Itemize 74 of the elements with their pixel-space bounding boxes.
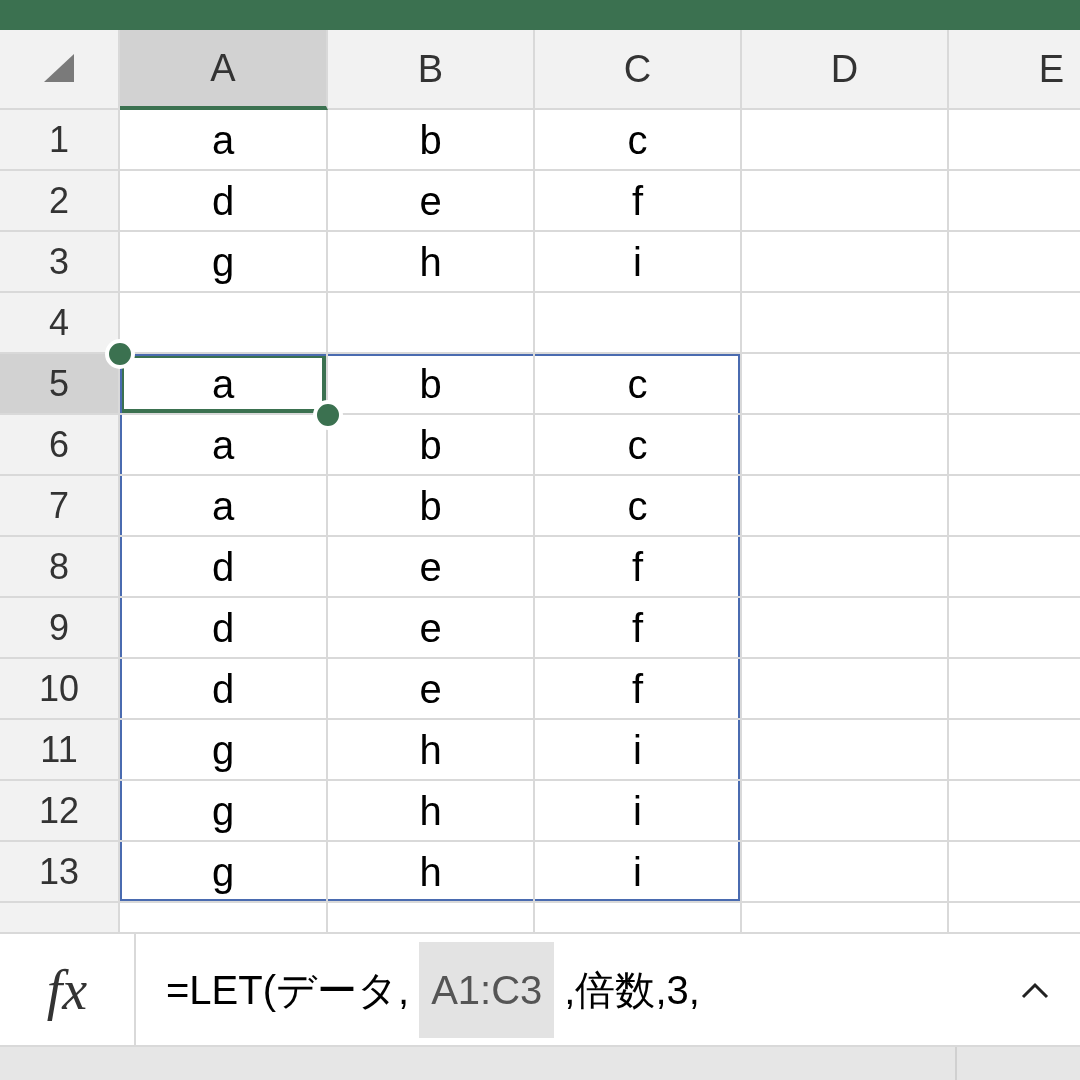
table-cell[interactable]: d (120, 537, 328, 598)
table-cell[interactable]: h (328, 720, 535, 781)
table-cell[interactable]: d (120, 659, 328, 720)
table-cell[interactable] (535, 293, 742, 354)
table-cell[interactable]: f (535, 598, 742, 659)
table-cell[interactable]: c (535, 476, 742, 537)
table-cell[interactable]: b (328, 476, 535, 537)
chevron-up-icon[interactable] (1021, 980, 1049, 999)
table-cell[interactable]: g (120, 842, 328, 903)
table-cell[interactable] (742, 537, 949, 598)
table-cell[interactable]: i (535, 842, 742, 903)
row-header[interactable]: 1 (0, 110, 120, 171)
table-cell[interactable] (742, 659, 949, 720)
table-cell[interactable]: i (535, 232, 742, 293)
row-header[interactable]: 9 (0, 598, 120, 659)
table-cell[interactable]: a (120, 476, 328, 537)
row-header[interactable]: 6 (0, 415, 120, 476)
row-header[interactable]: 2 (0, 171, 120, 232)
table-cell[interactable] (742, 415, 949, 476)
formula-text: =LET(データ, (166, 966, 410, 1014)
column-header[interactable]: E (949, 30, 1080, 110)
table-cell[interactable]: a (120, 110, 328, 171)
table-cell[interactable]: f (535, 537, 742, 598)
table-cell[interactable]: c (535, 110, 742, 171)
row-header[interactable]: 11 (0, 720, 120, 781)
column-header[interactable]: C (535, 30, 742, 110)
table-cell[interactable]: d (120, 598, 328, 659)
table-cell[interactable] (742, 476, 949, 537)
table-cell[interactable] (742, 720, 949, 781)
row-header[interactable]: 8 (0, 537, 120, 598)
row-header[interactable]: 5 (0, 354, 120, 415)
table-cell[interactable] (742, 354, 949, 415)
table-cell[interactable]: h (328, 781, 535, 842)
formula-text: ,倍数,3, (564, 966, 700, 1014)
table-cell[interactable]: f (535, 659, 742, 720)
table-cell[interactable]: b (328, 110, 535, 171)
function-button[interactable]: fx (0, 934, 136, 1045)
row-header[interactable]: 7 (0, 476, 120, 537)
row-header[interactable]: 12 (0, 781, 120, 842)
row-header[interactable]: 13 (0, 842, 120, 903)
table-cell[interactable]: e (328, 537, 535, 598)
table-cell[interactable]: h (328, 232, 535, 293)
table-cell[interactable]: h (328, 842, 535, 903)
table-cell[interactable]: i (535, 781, 742, 842)
table-cell[interactable]: c (535, 354, 742, 415)
table-cell[interactable]: f (535, 171, 742, 232)
formula-field[interactable]: =LET(データ, A1:C3 ,倍数,3, (136, 934, 990, 1045)
table-cell[interactable] (742, 842, 949, 903)
table-cell[interactable] (742, 598, 949, 659)
table-cell[interactable]: c (535, 415, 742, 476)
table-cell[interactable]: g (120, 781, 328, 842)
corner-triangle-icon (44, 54, 74, 84)
row-header[interactable]: 10 (0, 659, 120, 720)
row-header[interactable]: 4 (0, 293, 120, 354)
column-header[interactable]: D (742, 30, 949, 110)
table-cell[interactable] (742, 110, 949, 171)
table-cell[interactable] (328, 293, 535, 354)
table-cell[interactable]: d (120, 171, 328, 232)
table-cell[interactable]: e (328, 659, 535, 720)
table-cell[interactable] (742, 293, 949, 354)
column-header[interactable]: B (328, 30, 535, 110)
table-cell[interactable]: a (120, 354, 328, 415)
column-header[interactable]: A (120, 30, 328, 110)
table-cell[interactable]: g (120, 232, 328, 293)
table-cell[interactable] (742, 781, 949, 842)
table-cell[interactable]: e (328, 171, 535, 232)
table-cell[interactable]: g (120, 720, 328, 781)
row-header[interactable]: 3 (0, 232, 120, 293)
select-all-button[interactable] (0, 30, 120, 110)
range-reference: A1:C3 (419, 941, 555, 1038)
table-cell[interactable] (742, 232, 949, 293)
table-cell[interactable] (742, 171, 949, 232)
table-cell[interactable]: i (535, 720, 742, 781)
table-cell[interactable]: e (328, 598, 535, 659)
